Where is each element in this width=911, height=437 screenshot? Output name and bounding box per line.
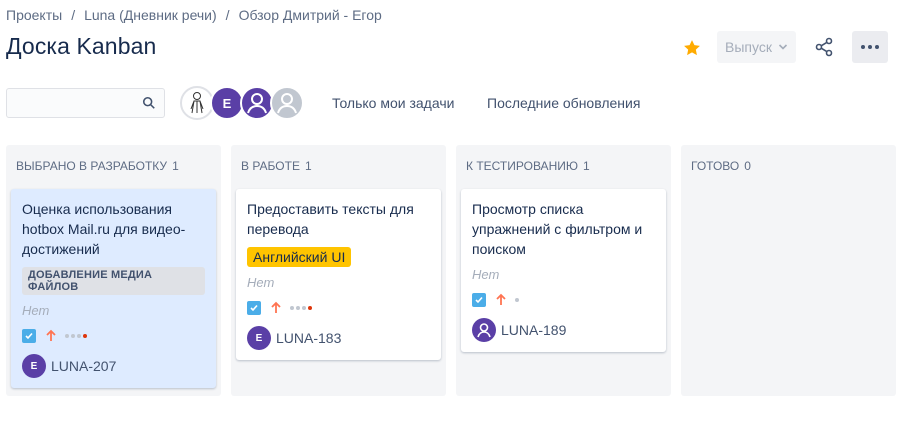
star-icon[interactable]	[682, 38, 702, 58]
card-summary: Просмотр списка упражнений с фильтром и …	[472, 201, 643, 257]
page-title: Доска Kanban	[6, 33, 157, 59]
task-type-icon	[247, 301, 261, 315]
filter-only-my-issues[interactable]: Только мои задачи	[332, 95, 454, 111]
estimate-dots-icon	[290, 306, 312, 310]
release-label: Выпуск	[725, 39, 772, 55]
card-meta	[22, 328, 205, 344]
estimate-dots-icon	[515, 298, 519, 302]
epic-tag: ДОБАВЛЕНИЕ МЕДИА ФАЙЛОВ	[22, 267, 205, 295]
priority-high-icon	[496, 293, 506, 305]
column-count: 1	[304, 159, 312, 173]
column-count: 0	[744, 159, 751, 173]
task-type-icon	[472, 293, 486, 307]
filter-recently-updated[interactable]: Последние обновления	[487, 95, 640, 111]
avatar-sketch[interactable]	[180, 86, 214, 120]
fix-version: Нет	[22, 303, 50, 318]
chevron-down-icon	[778, 44, 788, 50]
avatar-filter-group: E	[180, 86, 304, 120]
column-in-progress: В РАБОТЕ 1 Предоставить тексты для перево…	[231, 145, 446, 396]
card-meta	[247, 300, 430, 316]
breadcrumb-projects[interactable]: Проекты	[6, 7, 62, 23]
issue-key[interactable]: LUNA-207	[51, 358, 116, 374]
user-icon	[477, 323, 491, 338]
column-title: К ТЕСТИРОВАНИЮ	[466, 159, 578, 173]
dot-icon	[861, 45, 865, 49]
avatar-e[interactable]: E	[210, 86, 244, 120]
dot-icon	[875, 45, 879, 49]
column-done: ГОТОВО 0	[681, 145, 896, 396]
person-sketch-icon	[190, 92, 204, 114]
share-button[interactable]	[808, 31, 840, 63]
breadcrumb-project[interactable]: Luna (Дневник речи)	[84, 7, 217, 23]
more-actions-button[interactable]	[852, 31, 888, 63]
assignee-avatar: E	[247, 326, 271, 350]
column-title: ГОТОВО	[691, 159, 740, 173]
issue-card[interactable]: Просмотр списка упражнений с фильтром и …	[461, 189, 666, 352]
fix-version: Нет	[247, 275, 275, 290]
column-to-testing: К ТЕСТИРОВАНИЮ 1 Просмотр списка упражнен…	[456, 145, 671, 396]
column-title: ВЫБРАНО В РАЗРАБОТКУ	[16, 159, 168, 173]
search-input[interactable]	[7, 89, 164, 117]
card-key-row: LUNA-189	[472, 318, 655, 342]
breadcrumb: Проекты / Luna (Дневник речи) / Обзор Дм…	[6, 7, 382, 23]
release-button[interactable]: Выпуск	[717, 31, 796, 63]
user-icon	[277, 93, 297, 114]
issue-card[interactable]: Предоставить тексты для перевода Английс…	[236, 189, 441, 360]
dot-icon	[868, 45, 872, 49]
card-meta	[472, 292, 655, 308]
search-box	[6, 88, 165, 118]
estimate-dots-icon	[65, 334, 87, 338]
card-key-row: E LUNA-183	[247, 326, 430, 350]
user-icon	[247, 93, 267, 114]
assignee-avatar: E	[22, 354, 46, 378]
share-icon	[815, 37, 833, 57]
priority-high-icon	[271, 301, 281, 313]
task-type-icon	[22, 329, 36, 343]
search-icon[interactable]	[142, 96, 156, 110]
issue-key[interactable]: LUNA-189	[501, 322, 566, 338]
breadcrumb-separator: /	[225, 7, 230, 23]
column-header: К ТЕСТИРОВАНИЮ 1	[466, 159, 590, 173]
breadcrumb-board[interactable]: Обзор Дмитрий - Егор	[239, 7, 382, 23]
column-selected-for-development: ВЫБРАНО В РАЗРАБОТКУ 1 Оценка использован…	[6, 145, 221, 396]
avatar-unassigned[interactable]	[270, 86, 304, 120]
card-key-row: E LUNA-207	[22, 354, 205, 378]
label-tag: Английский UI	[247, 247, 352, 267]
column-title: В РАБОТЕ	[241, 159, 300, 173]
column-header: ГОТОВО 0	[691, 159, 751, 173]
issue-card[interactable]: Оценка использования hotbox Mail.ru для …	[11, 189, 216, 388]
avatar-user[interactable]	[240, 86, 274, 120]
column-count: 1	[582, 159, 590, 173]
card-summary: Предоставить тексты для перевода	[247, 201, 414, 237]
card-summary: Оценка использования hotbox Mail.ru для …	[22, 201, 186, 257]
assignee-avatar	[472, 318, 496, 342]
column-header: В РАБОТЕ 1	[241, 159, 312, 173]
priority-high-icon	[46, 329, 56, 341]
issue-key[interactable]: LUNA-183	[276, 330, 341, 346]
breadcrumb-separator: /	[71, 7, 76, 23]
fix-version: Нет	[472, 267, 500, 282]
column-header: ВЫБРАНО В РАЗРАБОТКУ 1	[16, 159, 179, 173]
column-count: 1	[172, 159, 179, 173]
